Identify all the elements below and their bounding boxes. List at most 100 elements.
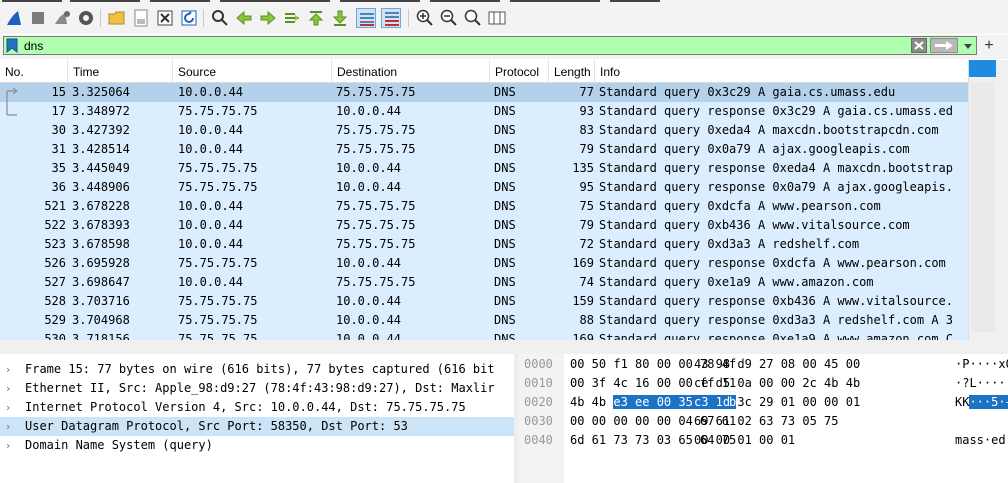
packet-list-minimap[interactable] (971, 82, 995, 332)
packet-row[interactable]: 36 3.448906 75.75.75.75 10.0.0.44 DNS 95 Stand… (0, 178, 968, 197)
packet-length: 135 (572, 161, 594, 175)
packet-info: Standard query response 0xdcfa A www.pea… (599, 256, 946, 270)
go-last-packet-icon[interactable] (330, 8, 350, 28)
go-forward-icon[interactable] (258, 8, 278, 28)
byte-row[interactable]: 0000 00 50 f1 80 00 00 78 4f 43 98 d9 27 0… (518, 355, 1008, 374)
zoom-out-icon[interactable] (439, 8, 459, 28)
reload-file-icon[interactable] (179, 8, 199, 28)
column-header-time[interactable]: Time (68, 60, 173, 82)
packet-info: Standard query 0xeda4 A maxcdn.bootstrap… (599, 123, 939, 137)
packet-length: 74 (579, 275, 594, 289)
byte-row[interactable]: 0010 00 3f 4c 16 00 00 ff 11 ce d5 0a 00 0… (518, 374, 1008, 393)
packet-row[interactable]: 528 3.703716 75.75.75.75 10.0.0.44 DNS 159 Sta… (0, 292, 968, 311)
expand-chevron-icon[interactable]: › (6, 379, 16, 398)
hex-bytes-right: 69 61 02 63 73 05 75 (694, 414, 839, 428)
packet-row[interactable]: 521 3.678228 10.0.0.44 75.75.75.75 DNS 75 Stan… (0, 197, 968, 216)
packet-time: 3.428514 (72, 142, 130, 156)
clear-filter-icon[interactable] (911, 38, 927, 53)
byte-offset: 0040 (524, 433, 553, 447)
ascii-plain: KK (955, 395, 970, 409)
packet-row[interactable]: 526 3.695928 75.75.75.75 10.0.0.44 DNS 169 Sta… (0, 254, 968, 273)
packet-info: Standard query response 0xeda4 A maxcdn.… (599, 161, 954, 175)
packet-length: 95 (579, 180, 594, 194)
packet-row[interactable]: 17 3.348972 75.75.75.75 10.0.0.44 DNS 93 Stand… (0, 102, 968, 121)
packet-row[interactable]: 35 3.445049 75.75.75.75 10.0.0.44 DNS 135 Stan… (0, 159, 968, 178)
packet-length: 169 (572, 332, 594, 340)
packet-row[interactable]: 522 3.678393 10.0.0.44 75.75.75.75 DNS 79 Stan… (0, 216, 968, 235)
column-header-destination[interactable]: Destination (332, 60, 490, 82)
detail-tree-item[interactable]: › User Datagram Protocol, Src Port: 58350… (0, 417, 514, 436)
close-file-icon[interactable] (155, 8, 175, 28)
packet-destination: 10.0.0.44 (336, 313, 402, 327)
detail-tree-item[interactable]: › Frame 15: 77 bytes on wire (616 bits), … (0, 360, 514, 379)
packet-protocol: DNS (494, 85, 516, 99)
expand-chevron-icon[interactable]: › (6, 360, 16, 379)
packet-list-scrollbar[interactable] (968, 60, 1008, 340)
byte-row[interactable]: 0030 00 00 00 00 00 04 67 61 69 61 02 63 7… (518, 412, 1008, 431)
packet-list-scrollbar-thumb[interactable] (969, 60, 996, 77)
packet-info: Standard query 0xb436 A www.vitalsource.… (599, 218, 910, 232)
related-packet-indicator-icon (6, 87, 18, 116)
restart-capture-icon[interactable] (52, 8, 72, 28)
pane-splitter[interactable] (0, 340, 1008, 354)
capture-options-gear-icon[interactable] (76, 8, 96, 28)
expand-chevron-icon[interactable]: › (6, 436, 16, 455)
add-filter-button-plus-icon[interactable]: + (982, 38, 996, 54)
open-folder-icon[interactable] (107, 8, 127, 28)
detail-item-label: User Datagram Protocol, Src Port: 58350,… (25, 419, 408, 433)
detail-item-label: Ethernet II, Src: Apple_98:d9:27 (78:4f:… (25, 381, 495, 395)
stop-capture-icon[interactable] (28, 8, 48, 28)
byte-offset: 0020 (524, 395, 553, 409)
go-first-packet-icon[interactable] (306, 8, 326, 28)
packet-number: 30 (51, 123, 66, 137)
column-header-info[interactable]: Info (595, 60, 968, 82)
go-back-icon[interactable] (234, 8, 254, 28)
packet-row[interactable]: 530 3.718156 75.75.75.75 10.0.0.44 DNS 169 Sta… (0, 330, 968, 340)
packet-protocol: DNS (494, 180, 516, 194)
packet-row[interactable]: 15 3.325064 10.0.0.44 75.75.75.75 DNS 77 Stand… (0, 83, 968, 102)
packet-time: 3.348972 (72, 104, 130, 118)
packet-number: 530 (44, 332, 66, 340)
go-to-packet-icon[interactable] (282, 8, 302, 28)
column-header-no[interactable]: No. (0, 60, 68, 82)
expand-chevron-icon[interactable]: › (6, 398, 16, 417)
packet-destination: 75.75.75.75 (336, 218, 416, 232)
packet-row[interactable]: 527 3.698647 10.0.0.44 75.75.75.75 DNS 74 Stan… (0, 273, 968, 292)
autoscroll-icon[interactable] (356, 8, 376, 28)
expand-chevron-icon[interactable]: › (6, 417, 16, 436)
filter-history-dropdown-icon[interactable] (962, 40, 974, 52)
filter-bookmark-icon[interactable] (6, 38, 18, 53)
normal-size-icon[interactable] (463, 8, 483, 28)
packet-destination: 10.0.0.44 (336, 161, 402, 175)
detail-tree-item[interactable]: › Ethernet II, Src: Apple_98:d9:27 (78:4f… (0, 379, 514, 398)
packet-source: 10.0.0.44 (178, 237, 244, 251)
packet-info: Standard query response 0xb436 A www.vit… (599, 294, 954, 308)
column-header-protocol[interactable]: Protocol (490, 60, 549, 82)
packet-row[interactable]: 529 3.704968 75.75.75.75 10.0.0.44 DNS 88 Stan… (0, 311, 968, 330)
byte-row[interactable]: 0040 6d 61 73 73 03 65 64 75 00 00 01 00 0… (518, 431, 1008, 450)
packet-row[interactable]: 31 3.428514 10.0.0.44 75.75.75.75 DNS 79 Stand… (0, 140, 968, 159)
column-header-source[interactable]: Source (173, 60, 332, 82)
packet-row[interactable]: 523 3.678598 10.0.0.44 75.75.75.75 DNS 72 Stan… (0, 235, 968, 254)
find-packet-icon[interactable] (210, 8, 230, 28)
byte-row[interactable]: 0020 4b 4b e3 ee 00 35 00 2b c3 1d 3c 29 0… (518, 393, 1008, 412)
apply-filter-arrow-icon[interactable] (930, 38, 958, 53)
detail-tree-item[interactable]: › Internet Protocol Version 4, Src: 10.0.… (0, 398, 514, 417)
save-file-icon[interactable] (131, 8, 151, 28)
packet-protocol: DNS (494, 161, 516, 175)
byte-offset: 0000 (524, 357, 553, 371)
packet-length: 93 (579, 104, 594, 118)
column-header-length[interactable]: Length (549, 60, 595, 82)
detail-tree-item[interactable]: › Domain Name System (query) (0, 436, 514, 455)
packet-info: Standard query response 0xe1a9 A www.ama… (599, 332, 954, 340)
packet-info: Standard query 0xd3a3 A redshelf.com (599, 237, 860, 251)
shark-fin-start-icon[interactable] (4, 8, 24, 28)
packet-row[interactable]: 30 3.427392 10.0.0.44 75.75.75.75 DNS 83 Stand… (0, 121, 968, 140)
resize-columns-icon[interactable] (487, 8, 507, 28)
packet-number: 522 (44, 218, 66, 232)
colorize-icon[interactable] (381, 8, 401, 28)
zoom-in-icon[interactable] (415, 8, 435, 28)
display-filter-input[interactable] (24, 37, 904, 54)
packet-info: Standard query response 0xd3a3 A redshel… (599, 313, 954, 327)
packet-list-header: No. Time Source Destination Protocol Len… (0, 60, 968, 83)
